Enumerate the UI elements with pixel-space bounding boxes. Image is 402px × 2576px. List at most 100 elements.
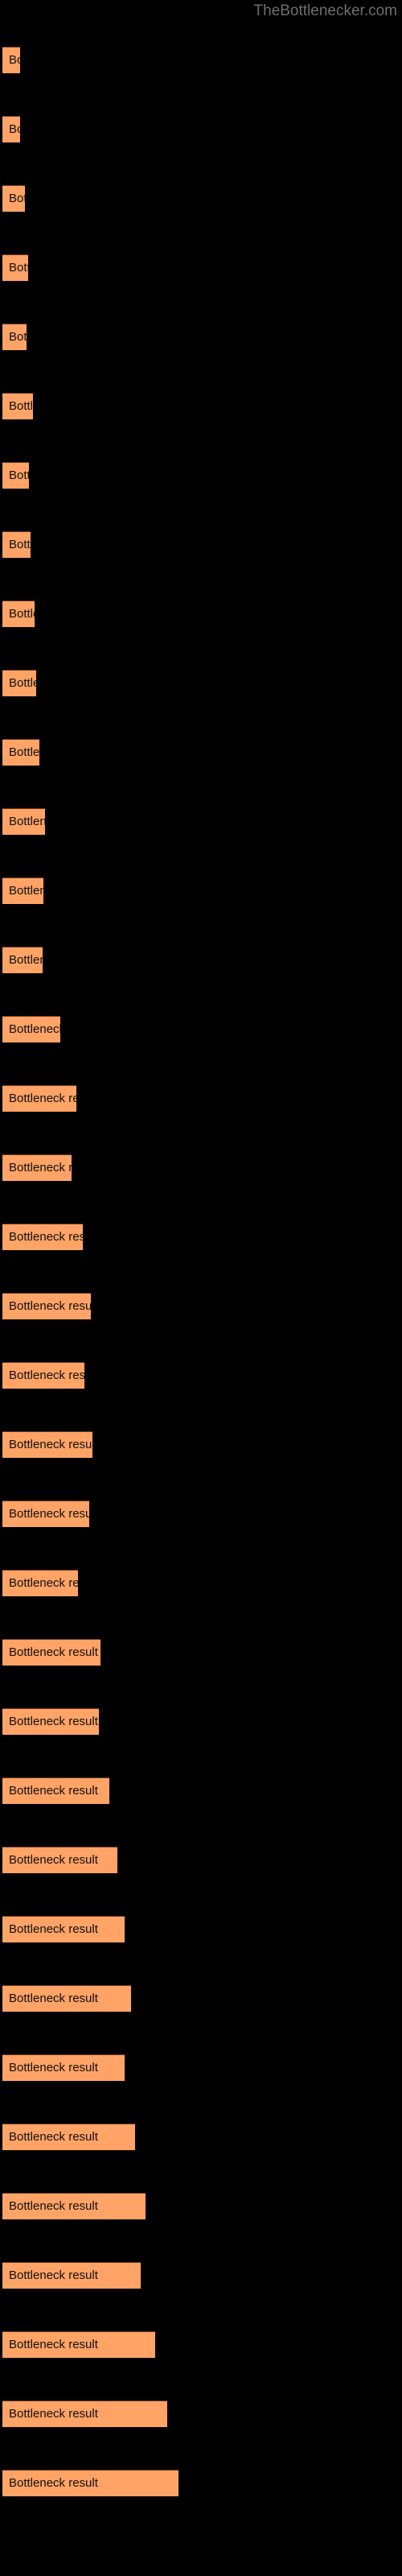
bar-clip: Bottleneck result	[2, 1708, 99, 1735]
bar-row: Bottleneck result	[0, 2470, 402, 2497]
bar	[2, 2401, 167, 2427]
bar	[2, 1362, 84, 1389]
bar	[2, 324, 27, 350]
bar-row: Bottleneck result	[0, 185, 402, 213]
bar-row: Bottleneck result	[0, 2401, 402, 2428]
bar-clip: Bottleneck result	[2, 947, 43, 973]
bar-row: Bottleneck result	[0, 1501, 402, 1528]
bar-clip: Bottleneck result	[2, 1224, 83, 1250]
bar	[2, 185, 25, 212]
bar	[2, 2262, 141, 2289]
bar-clip: Bottleneck result	[2, 808, 45, 835]
bar-clip: Bottleneck result	[2, 393, 33, 419]
bar-row: Bottleneck result	[0, 393, 402, 420]
bar-row: Bottleneck result	[0, 739, 402, 766]
bar-clip: Bottleneck result	[2, 254, 28, 281]
bar-row: Bottleneck result	[0, 877, 402, 905]
bar-clip: Bottleneck result	[2, 1570, 78, 1596]
bar	[2, 1154, 72, 1181]
bar-row: Bottleneck result	[0, 116, 402, 143]
bar	[2, 1431, 92, 1458]
bar-clip: Bottleneck result	[2, 2331, 155, 2358]
bar	[2, 2054, 125, 2081]
bar-row: Bottleneck result	[0, 1016, 402, 1043]
bar	[2, 1985, 131, 2012]
bar	[2, 670, 36, 696]
bar	[2, 254, 28, 281]
bar-clip: Bottleneck result	[2, 324, 27, 350]
bar	[2, 2331, 155, 2358]
bar-row: Bottleneck result	[0, 2124, 402, 2151]
bar	[2, 739, 39, 766]
bar-clip: Bottleneck result	[2, 1362, 84, 1389]
bar-clip: Bottleneck result	[2, 2262, 141, 2289]
bar	[2, 2470, 178, 2496]
bar	[2, 877, 43, 904]
bar-clip: Bottleneck result	[2, 1293, 91, 1319]
bar-clip: Bottleneck result	[2, 47, 20, 73]
bar-clip: Bottleneck result	[2, 2124, 135, 2150]
bar-clip: Bottleneck result	[2, 1847, 117, 1873]
bar-row: Bottleneck result	[0, 947, 402, 974]
bar	[2, 2124, 135, 2150]
bar-row: Bottleneck result	[0, 1639, 402, 1666]
bar	[2, 1916, 125, 1942]
bar-clip: Bottleneck result	[2, 1154, 72, 1181]
bar	[2, 601, 35, 627]
bar-clip: Bottleneck result	[2, 1501, 89, 1527]
bar-row: Bottleneck result	[0, 47, 402, 74]
bar-row: Bottleneck result	[0, 1154, 402, 1182]
bar-clip: Bottleneck result	[2, 1431, 92, 1458]
bar-row: Bottleneck result	[0, 1847, 402, 1874]
bar	[2, 808, 45, 835]
bar-clip: Bottleneck result	[2, 2401, 167, 2427]
bar-clip: Bottleneck result	[2, 185, 25, 212]
bar-row: Bottleneck result	[0, 531, 402, 559]
bar	[2, 2193, 146, 2219]
bar	[2, 531, 31, 558]
bar-clip: Bottleneck result	[2, 531, 31, 558]
bar-row: Bottleneck result	[0, 1362, 402, 1389]
bar-clip: Bottleneck result	[2, 601, 35, 627]
bar-row: Bottleneck result	[0, 1916, 402, 1943]
bar-row: Bottleneck result	[0, 1293, 402, 1320]
bar-row: Bottleneck result	[0, 1985, 402, 2013]
bar-clip: Bottleneck result	[2, 1085, 76, 1112]
bar-clip: Bottleneck result	[2, 2054, 125, 2081]
bar-clip: Bottleneck result	[2, 2470, 178, 2496]
bar-row: Bottleneck result	[0, 324, 402, 351]
site-watermark: TheBottlenecker.com	[253, 2, 397, 19]
bar	[2, 1501, 89, 1527]
bar-clip: Bottleneck result	[2, 1016, 60, 1042]
bar	[2, 1708, 99, 1735]
bar-clip: Bottleneck result	[2, 1777, 109, 1804]
bar	[2, 393, 33, 419]
bar	[2, 116, 20, 142]
bar-clip: Bottleneck result	[2, 462, 29, 489]
bar-clip: Bottleneck result	[2, 739, 39, 766]
bar	[2, 1224, 83, 1250]
bar	[2, 1570, 78, 1596]
bar-row: Bottleneck result	[0, 1570, 402, 1597]
bar	[2, 462, 29, 489]
bar-row: Bottleneck result	[0, 808, 402, 836]
bar-row: Bottleneck result	[0, 670, 402, 697]
bar-clip: Bottleneck result	[2, 116, 20, 142]
bar-clip: Bottleneck result	[2, 1639, 100, 1666]
bar-row: Bottleneck result	[0, 601, 402, 628]
bar-clip: Bottleneck result	[2, 877, 43, 904]
bar-clip: Bottleneck result	[2, 670, 36, 696]
bar-clip: Bottleneck result	[2, 1916, 125, 1942]
bar-row: Bottleneck result	[0, 1085, 402, 1113]
bar	[2, 1847, 117, 1873]
bar-row: Bottleneck result	[0, 1224, 402, 1251]
bar	[2, 1016, 60, 1042]
bar	[2, 1085, 76, 1112]
bottleneck-bar-chart: TheBottlenecker.com Bottleneck result Bot…	[0, 0, 402, 2576]
bar	[2, 947, 43, 973]
bar-row: Bottleneck result	[0, 1777, 402, 1805]
bar	[2, 1639, 100, 1666]
bar-row: Bottleneck result	[0, 254, 402, 282]
bar-clip: Bottleneck result	[2, 1985, 131, 2012]
bar	[2, 1293, 91, 1319]
